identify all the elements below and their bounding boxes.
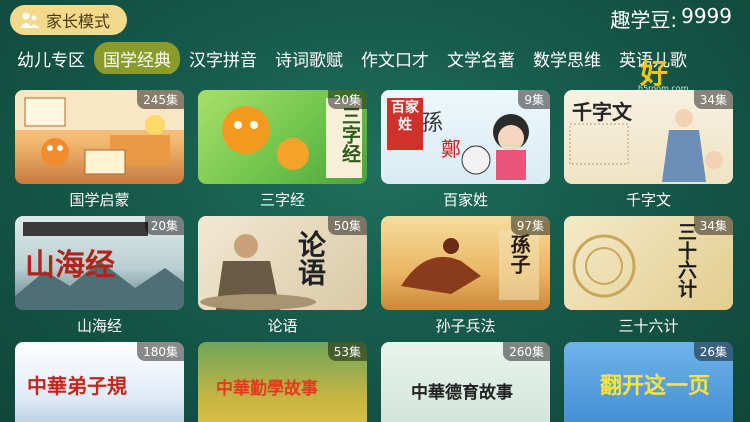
content-grid: 245集 国学启蒙 三字经 20集 三字经 孫 鄭 百家姓 9集 百家姓 千字文…	[15, 90, 733, 422]
coins-display: 趣学豆: 9999	[610, 4, 732, 33]
episode-badge: 26集	[693, 342, 733, 361]
svg-text:鄭: 鄭	[441, 137, 461, 161]
card-dizigui[interactable]: 中華弟子規 180集	[15, 342, 184, 422]
thumb-title: 三字经	[339, 106, 361, 163]
svg-text:孫: 孫	[421, 111, 443, 136]
tab-hanzi[interactable]: 汉字拼音	[180, 42, 266, 74]
episode-badge: 20集	[327, 90, 367, 109]
episode-badge: 180集	[137, 342, 184, 361]
card-thumbnail: 三字经 20集	[198, 90, 367, 184]
card-baijiaxing[interactable]: 孫 鄭 百家姓 9集 百家姓	[381, 90, 550, 216]
episode-badge: 9集	[518, 90, 550, 109]
thumb-title: 千字文	[572, 100, 632, 124]
card-title: 山海经	[76, 317, 122, 335]
card-thumbnail: 孫 鄭 百家姓 9集	[381, 90, 550, 184]
card-guoxue-qimeng[interactable]: 245集 国学启蒙	[15, 90, 184, 216]
card-title: 论语	[267, 317, 298, 335]
thumb-title: 中華弟子規	[27, 374, 127, 398]
card-thumbnail: 翻开这一页 26集	[564, 342, 733, 422]
card-thumbnail: 论语 50集	[198, 216, 367, 310]
episode-badge: 34集	[693, 90, 733, 109]
parent-child-icon	[20, 12, 39, 28]
tab-wenxue[interactable]: 文学名著	[438, 42, 524, 74]
card-thumbnail: 千字文 34集	[564, 90, 733, 184]
card-thumbnail: 孫子 97集	[381, 216, 550, 310]
card-fankai-zheyiye[interactable]: 翻开这一页 26集	[564, 342, 733, 422]
thumb-title: 中華德育故事	[411, 383, 513, 403]
card-title: 百家姓	[442, 191, 488, 209]
card-qinxue-gushi[interactable]: 中華勤學故事 53集	[198, 342, 367, 422]
episode-badge: 20集	[144, 216, 184, 235]
card-title: 国学启蒙	[69, 191, 130, 209]
card-thumbnail: 山海经 20集	[15, 216, 184, 310]
card-thumbnail: 中華德育故事 260集	[381, 342, 550, 422]
episode-badge: 50集	[327, 216, 367, 235]
card-thumbnail: 中華勤學故事 53集	[198, 342, 367, 422]
tab-shici[interactable]: 诗词歌赋	[266, 42, 352, 74]
parent-mode-button[interactable]: 家长模式	[10, 5, 127, 35]
card-shanhaijing[interactable]: 山海经 20集 山海经	[15, 216, 184, 342]
episode-badge: 97集	[510, 216, 550, 235]
card-thumbnail: 中華弟子規 180集	[15, 342, 184, 422]
tab-guoxue[interactable]: 国学经典	[94, 42, 180, 74]
parent-mode-label: 家长模式	[46, 12, 111, 31]
card-qianziwen[interactable]: 千字文 34集 千字文	[564, 90, 733, 216]
card-sunzi-bingfa[interactable]: 孫子 97集 孙子兵法	[381, 216, 550, 342]
thumb-title: 百家姓	[387, 98, 423, 150]
thumb-title: 山海经	[25, 248, 115, 283]
episode-badge: 260集	[503, 342, 550, 361]
card-lunyu[interactable]: 论语 50集 论语	[198, 216, 367, 342]
card-thumbnail: 245集	[15, 90, 184, 184]
card-title: 孙子兵法	[435, 317, 496, 335]
episode-badge: 245集	[137, 90, 184, 109]
tab-shuxue[interactable]: 数学思维	[524, 42, 610, 74]
card-thumbnail: 三十六计 34集	[564, 216, 733, 310]
thumb-title: 中華勤學故事	[216, 379, 318, 399]
card-title: 千字文	[625, 191, 671, 209]
card-sanzijing[interactable]: 三字经 20集 三字经	[198, 90, 367, 216]
coins-value: 9999	[681, 4, 732, 28]
thumb-title: 三十六计	[675, 222, 697, 298]
thumb-title: 孫子	[507, 234, 531, 274]
card-sanshiliuji[interactable]: 三十六计 34集 三十六计	[564, 216, 733, 342]
card-title: 三字经	[259, 191, 305, 209]
episode-badge: 53集	[327, 342, 367, 361]
tab-zuowen[interactable]: 作文口才	[352, 42, 438, 74]
coins-label: 趣学豆:	[610, 8, 678, 32]
tab-youer[interactable]: 幼儿专区	[8, 42, 94, 74]
card-deyu-gushi[interactable]: 中華德育故事 260集	[381, 342, 550, 422]
thumb-title: 论语	[294, 230, 327, 286]
thumb-title: 翻开这一页	[600, 373, 711, 399]
card-title: 三十六计	[618, 317, 679, 335]
episode-badge: 34集	[693, 216, 733, 235]
